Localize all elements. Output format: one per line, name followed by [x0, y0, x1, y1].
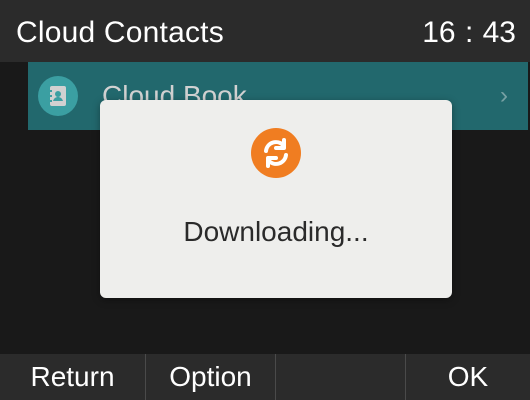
status-bar: Cloud Contacts 16 : 43 [0, 0, 530, 62]
dialog-message: Downloading... [183, 216, 369, 247]
softkey-bar: Return Option OK [0, 354, 530, 400]
screen-title: Cloud Contacts [16, 16, 224, 49]
phone-screen: Cloud Contacts 16 : 43 Cloud Book › Down… [0, 0, 530, 400]
ok-softkey[interactable]: OK [405, 354, 530, 400]
option-softkey[interactable]: Option [145, 354, 275, 400]
sync-icon [251, 128, 301, 178]
clock: 16 : 43 [422, 16, 516, 49]
loading-dialog: Downloading... [100, 100, 452, 298]
return-softkey[interactable]: Return [0, 354, 145, 400]
empty-softkey[interactable] [275, 354, 405, 400]
